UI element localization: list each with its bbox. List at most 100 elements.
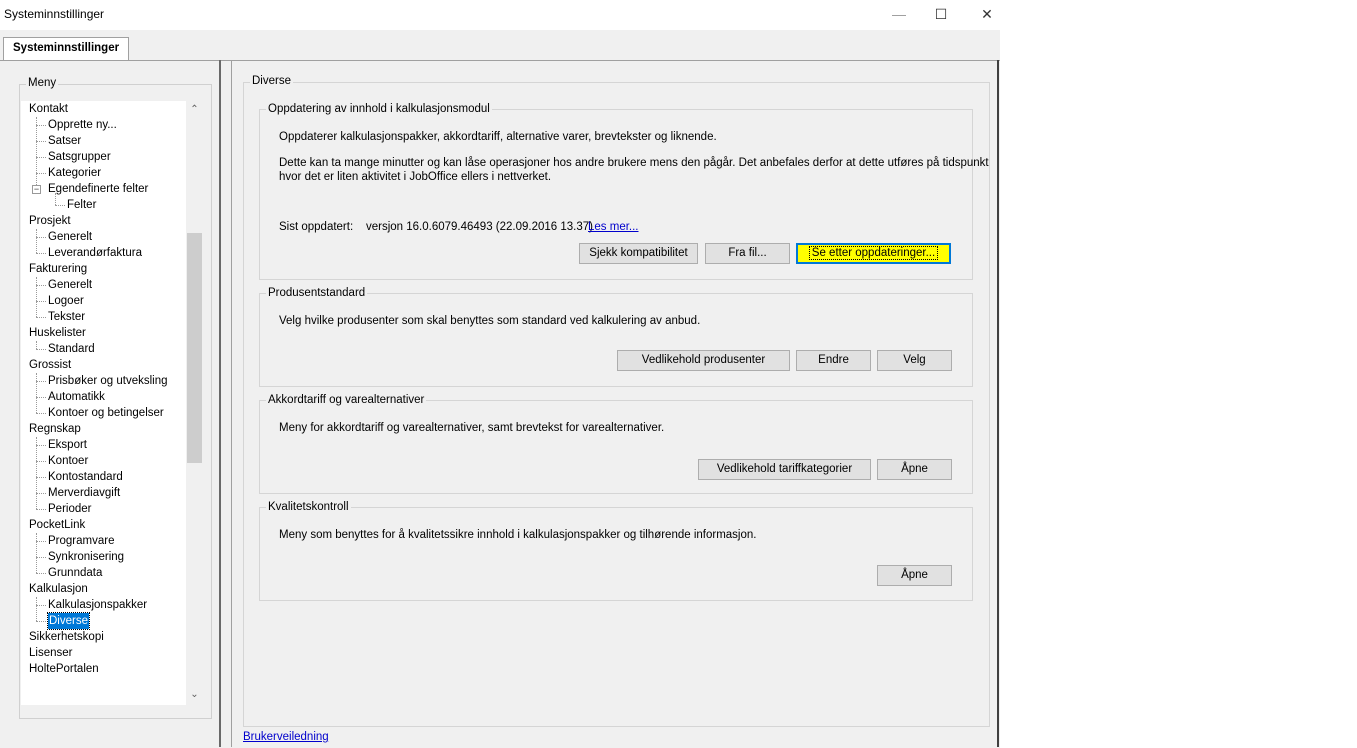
producer-group — [259, 293, 973, 387]
menu-item-kontoer-betingelser[interactable]: Kontoer og betingelser — [48, 405, 164, 421]
title-bar: Systeminnstillinger — ☐ ✕ — [0, 0, 1000, 30]
tree-connector — [36, 381, 46, 382]
menu-label: Meny — [26, 77, 59, 89]
menu-item-fakturering-generelt[interactable]: Generelt — [48, 277, 92, 293]
menu-item-fakturering[interactable]: Fakturering — [29, 261, 87, 277]
scroll-down-icon[interactable]: ⌄ — [186, 686, 203, 703]
check-for-updates-button[interactable]: Se etter oppdateringer... — [796, 243, 951, 264]
last-updated-label: Sist oppdatert: — [279, 221, 354, 233]
change-producer-button[interactable]: Endre — [796, 350, 871, 371]
update-warning-line1: Dette kan ta mange minutter og kan låse … — [279, 157, 989, 169]
menu-item-perioder[interactable]: Perioder — [48, 501, 91, 517]
tab-systeminnstillinger[interactable]: Systeminnstillinger — [3, 37, 130, 61]
tree-connector — [36, 301, 46, 302]
check-compatibility-button[interactable]: Sjekk kompatibilitet — [579, 243, 698, 264]
maintain-producers-button[interactable]: Vedlikehold produsenter — [617, 350, 790, 371]
quality-group — [259, 507, 973, 601]
menu-item-programvare[interactable]: Programvare — [48, 533, 114, 549]
menu-item-pocketlink[interactable]: PocketLink — [29, 517, 85, 533]
tab-strip: Systeminnstillinger — [0, 30, 1000, 61]
from-file-button[interactable]: Fra fil... — [705, 243, 790, 264]
tree-connector — [36, 349, 46, 350]
tariff-group-title: Akkordtariff og varealternativer — [266, 394, 427, 406]
tree-connector — [36, 461, 46, 462]
window-title: Systeminnstillinger — [4, 7, 105, 21]
tree-connector — [36, 397, 46, 398]
menu-item-synkronisering[interactable]: Synkronisering — [48, 549, 124, 565]
panel-splitter[interactable] — [219, 60, 221, 747]
menu-item-diverse-selected[interactable]: Diverse — [47, 612, 90, 630]
menu-item-huskelister[interactable]: Huskelister — [29, 325, 86, 341]
diverse-title: Diverse — [250, 75, 293, 87]
quality-group-title: Kvalitetskontroll — [266, 501, 351, 513]
menu-item-regnskap[interactable]: Regnskap — [29, 421, 81, 437]
user-guide-link[interactable]: Brukerveiledning — [243, 731, 329, 743]
producer-description: Velg hvilke produsenter som skal benytte… — [279, 315, 701, 327]
menu-item-prosjekt[interactable]: Prosjekt — [29, 213, 71, 229]
menu-item-eksport[interactable]: Eksport — [48, 437, 87, 453]
collapse-toggle-icon[interactable]: − — [32, 185, 41, 194]
menu-item-sikkerhetskopi[interactable]: Sikkerhetskopi — [29, 629, 104, 645]
tree-connector — [36, 557, 46, 558]
menu-item-tekster[interactable]: Tekster — [48, 309, 85, 325]
menu-item-leverandorfaktura[interactable]: Leverandørfaktura — [48, 245, 142, 261]
tree-connector — [55, 205, 65, 206]
update-warning-line2: hvor det er liten aktivitet i JobOffice … — [279, 171, 552, 183]
maintain-tariff-categories-button[interactable]: Vedlikehold tariffkategorier — [698, 459, 871, 480]
open-tariff-button[interactable]: Åpne — [877, 459, 952, 480]
producer-group-title: Produsentstandard — [266, 287, 368, 299]
tree-connector — [36, 117, 37, 189]
menu-item-kalkulasjonspakker[interactable]: Kalkulasjonspakker — [48, 597, 147, 613]
menu-item-kalkulasjon[interactable]: Kalkulasjon — [29, 581, 88, 597]
menu-item-holteportalen[interactable]: HoltePortalen — [29, 661, 99, 677]
choose-producer-button[interactable]: Velg — [877, 350, 952, 371]
menu-item-logoer[interactable]: Logoer — [48, 293, 84, 309]
menu-item-automatikk[interactable]: Automatikk — [48, 389, 105, 405]
menu-item-satser[interactable]: Satser — [48, 133, 81, 149]
menu-item-prisboker[interactable]: Prisbøker og utveksling — [48, 373, 168, 389]
open-quality-button[interactable]: Åpne — [877, 565, 952, 586]
minimize-icon: — — [892, 6, 906, 22]
menu-item-merverdiavgift[interactable]: Merverdiavgift — [48, 485, 120, 501]
tree-connector — [36, 597, 37, 621]
tree-connector — [36, 621, 46, 622]
maximize-icon: ☐ — [934, 6, 948, 22]
menu-item-felter[interactable]: Felter — [67, 197, 96, 213]
read-more-link[interactable]: Les mer... — [588, 221, 639, 233]
tree-connector — [36, 229, 37, 253]
menu-tree: − Kontakt Opprette ny... Satser Satsgrup… — [21, 101, 187, 705]
menu-item-grunndata[interactable]: Grunndata — [48, 565, 102, 581]
menu-item-kontoer[interactable]: Kontoer — [48, 453, 88, 469]
maximize-button[interactable]: ☐ — [918, 0, 964, 30]
tree-connector — [36, 605, 46, 606]
tree-connector — [36, 253, 46, 254]
close-icon: ✕ — [981, 6, 993, 22]
tree-connector — [36, 477, 46, 478]
menu-item-egendefinerte-felter[interactable]: Egendefinerte felter — [48, 181, 148, 197]
scroll-thumb[interactable] — [187, 233, 202, 463]
tree-connector — [36, 277, 37, 317]
panel-divider — [231, 60, 232, 747]
menu-item-lisenser[interactable]: Lisenser — [29, 645, 72, 661]
menu-item-satsgrupper[interactable]: Satsgrupper — [48, 149, 111, 165]
menu-item-prosjekt-generelt[interactable]: Generelt — [48, 229, 92, 245]
tree-connector — [36, 541, 46, 542]
menu-item-kategorier[interactable]: Kategorier — [48, 165, 101, 181]
scroll-up-icon[interactable]: ⌃ — [186, 101, 203, 118]
tariff-description: Meny for akkordtariff og varealternative… — [279, 422, 665, 434]
settings-window: Systeminnstillinger — ☐ ✕ Systeminnstill… — [0, 0, 1000, 748]
check-for-updates-label: Se etter oppdateringer... — [808, 246, 939, 260]
tree-connector — [36, 413, 46, 414]
tree-connector — [36, 317, 46, 318]
tree-connector — [36, 437, 37, 509]
menu-item-kontakt[interactable]: Kontakt — [29, 101, 68, 117]
menu-item-standard[interactable]: Standard — [48, 341, 95, 357]
minimize-button[interactable]: — — [876, 0, 922, 30]
menu-item-grossist[interactable]: Grossist — [29, 357, 71, 373]
menu-item-kontostandard[interactable]: Kontostandard — [48, 469, 123, 485]
tree-connector — [36, 157, 46, 158]
menu-item-opprette-ny[interactable]: Opprette ny... — [48, 117, 117, 133]
close-button[interactable]: ✕ — [964, 0, 1010, 30]
tree-connector — [36, 237, 46, 238]
menu-scrollbar[interactable]: ⌃ ⌄ — [186, 101, 203, 705]
